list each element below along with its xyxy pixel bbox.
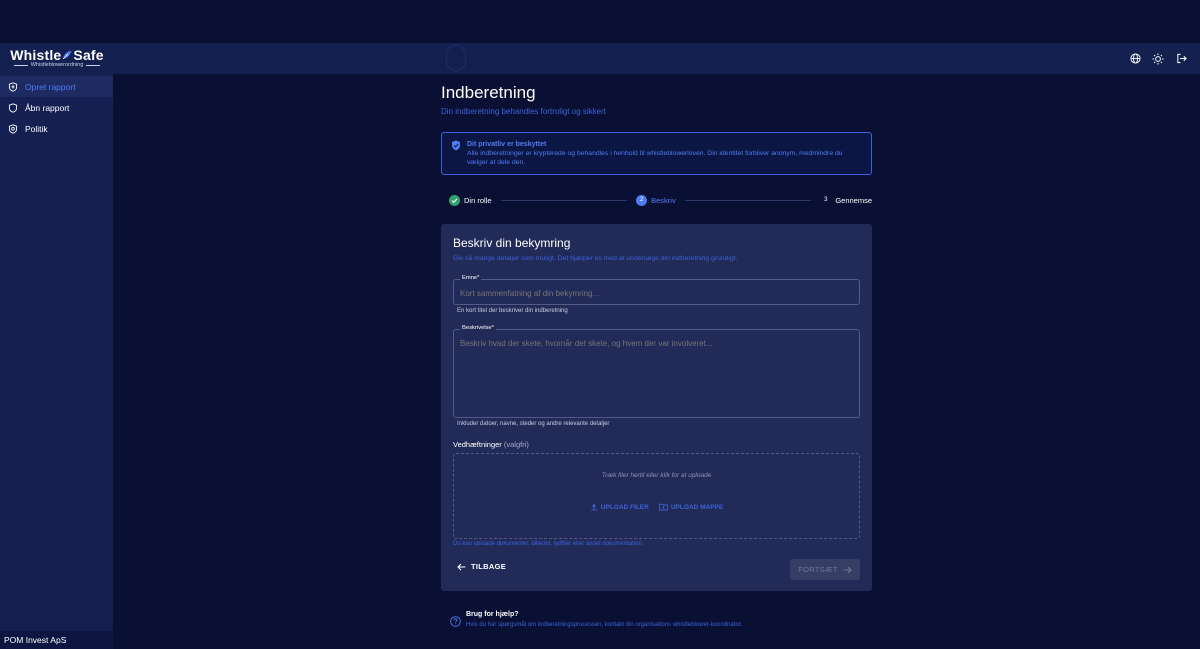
sun-icon[interactable] [1151, 52, 1165, 66]
help-text: Hvis du har spørgsmål om indberetningspr… [466, 622, 743, 628]
upload-note: Du kan uploade dokumenter, billeder, lyd… [453, 541, 644, 547]
form-title: Beskriv din bekymring [453, 236, 571, 250]
help-icon [450, 616, 461, 627]
step-connector [500, 199, 628, 201]
subject-label: Emne* [460, 275, 482, 281]
logo-wordmark: Whistle Safe [10, 48, 104, 62]
help-title: Brug for hjælp? [466, 611, 519, 618]
step-label: Din rolle [464, 195, 492, 205]
sidebar-item-label: Opret rapport [25, 81, 76, 92]
loading-ghost [446, 45, 466, 71]
privacy-shield-icon [452, 140, 460, 151]
privacy-notice: Dit privatliv er beskyttet Alle indberet… [441, 132, 872, 175]
upload-folder-button[interactable]: UPLOAD MAPPE [658, 503, 724, 511]
subject-help: En kort titel der beskriver din indberet… [457, 308, 568, 314]
logo-subtitle-text: Whistleblowerordning [30, 62, 84, 68]
continue-label: FORTSÆT [798, 565, 838, 574]
attachments-optional: (valgfri) [503, 440, 529, 449]
sidebar-item-aabn-rapport[interactable]: Åbn rapport [0, 97, 113, 118]
app-header: Whistle Safe Whistleblowerordning [0, 43, 1200, 74]
step-din-rolle[interactable]: Din rolle [449, 194, 492, 206]
continue-button[interactable]: FORTSÆT [790, 559, 860, 580]
page-title: Indberetning [441, 83, 536, 102]
stepper: Din rolle 2 Beskriv 3 Gennemse [441, 194, 872, 206]
arrow-left-icon [457, 563, 466, 570]
subject-field[interactable]: Emne* [453, 275, 860, 305]
form-subtitle: Giv så mange detaljer som muligt. Det hj… [453, 255, 738, 262]
description-label: Beskrivelse* [460, 325, 496, 331]
page-subtitle: Din indberetning behandles fortroligt og… [441, 107, 606, 116]
logo-subtitle: Whistleblowerordning [13, 62, 101, 69]
upload-buttons: UPLOAD FILER UPLOAD MAPPE [454, 503, 859, 511]
shield-icon [8, 102, 18, 113]
attachments-label: Vedhæftninger (valgfri) [453, 440, 529, 449]
description-help: Inkluder datoer, navne, steder og andre … [457, 421, 610, 427]
upload-files-label: UPLOAD FILER [600, 503, 649, 511]
privacy-title: Dit privatliv er beskyttet [467, 141, 547, 148]
company-name: POM Invest ApS [0, 631, 113, 649]
check-icon [449, 194, 460, 206]
back-button[interactable]: TILBAGE [457, 562, 506, 571]
upload-icon [590, 503, 597, 511]
sidebar-item-opret-rapport[interactable]: Opret rapport [0, 76, 113, 97]
logo[interactable]: Whistle Safe Whistleblowerordning [10, 48, 104, 69]
step-connector [684, 199, 812, 201]
sidebar: Opret rapport Åbn rapport Politik POM In… [0, 74, 113, 649]
step-label: Beskriv [651, 195, 676, 205]
description-field[interactable]: Beskrivelse* [453, 325, 860, 418]
new-report-icon [8, 81, 18, 92]
form-card: Beskriv din bekymring Giv så mange detal… [441, 224, 872, 591]
top-band [0, 0, 1200, 43]
logout-icon[interactable] [1174, 52, 1188, 66]
attachments-label-text: Vedhæftninger [453, 440, 502, 449]
back-label: TILBAGE [471, 562, 507, 571]
folder-icon [658, 503, 668, 511]
step-number: 2 [636, 194, 648, 206]
header-actions [1128, 52, 1188, 66]
sidebar-item-label: Politik [25, 123, 48, 134]
sidebar-item-politik[interactable]: Politik [0, 118, 113, 139]
step-beskriv[interactable]: 2 Beskriv [636, 194, 676, 206]
logo-text-whistle: Whistle [10, 47, 62, 63]
description-textarea[interactable] [460, 339, 850, 409]
drop-text: Træk filer hertil eller klik for at uplo… [601, 472, 712, 479]
file-dropzone[interactable]: Træk filer hertil eller klik for at uplo… [453, 453, 860, 539]
upload-folder-label: UPLOAD MAPPE [670, 503, 724, 511]
sidebar-item-label: Åbn rapport [25, 102, 70, 113]
step-label: Gennemse [835, 195, 873, 205]
arrow-right-icon [843, 566, 852, 573]
step-gennemse[interactable]: 3 Gennemse [820, 195, 872, 206]
leaf-icon [63, 51, 72, 60]
privacy-text: Alle indberetninger er krypterede og beh… [467, 150, 843, 166]
globe-icon[interactable] [1128, 52, 1142, 66]
policy-icon [8, 123, 18, 134]
upload-files-button[interactable]: UPLOAD FILER [590, 503, 649, 511]
subject-input[interactable] [460, 289, 850, 298]
step-number: 3 [824, 197, 828, 203]
logo-text-safe: Safe [73, 47, 104, 63]
